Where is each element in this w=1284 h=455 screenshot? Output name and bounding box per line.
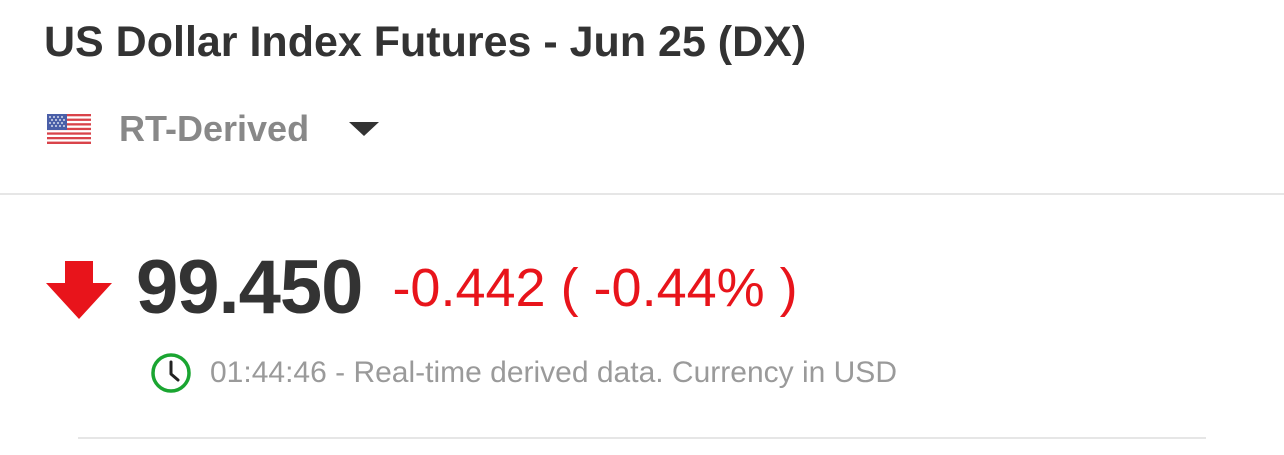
us-flag-icon — [47, 114, 91, 144]
data-source-selector[interactable]: RT-Derived — [47, 104, 380, 154]
quote-header-panel: US Dollar Index Futures - Jun 25 (DX) RT… — [0, 0, 1284, 455]
down-arrow-icon — [46, 261, 112, 319]
quote-status: 01:44:46 - Real-time derived data. Curre… — [150, 350, 897, 396]
price-change: -0.442 ( -0.44% ) — [392, 258, 798, 318]
price-quote: 99.450 -0.442 ( -0.44% ) — [46, 248, 798, 328]
caret-down-icon[interactable] — [349, 122, 380, 136]
section-divider — [78, 437, 1206, 439]
timestamp-disclaimer: 01:44:46 - Real-time derived data. Curre… — [210, 356, 897, 389]
page-title: US Dollar Index Futures - Jun 25 (DX) — [44, 18, 807, 66]
header-divider — [0, 193, 1284, 195]
last-price: 99.450 — [136, 245, 363, 330]
data-source-label: RT-Derived — [119, 108, 310, 149]
clock-icon — [151, 353, 191, 393]
